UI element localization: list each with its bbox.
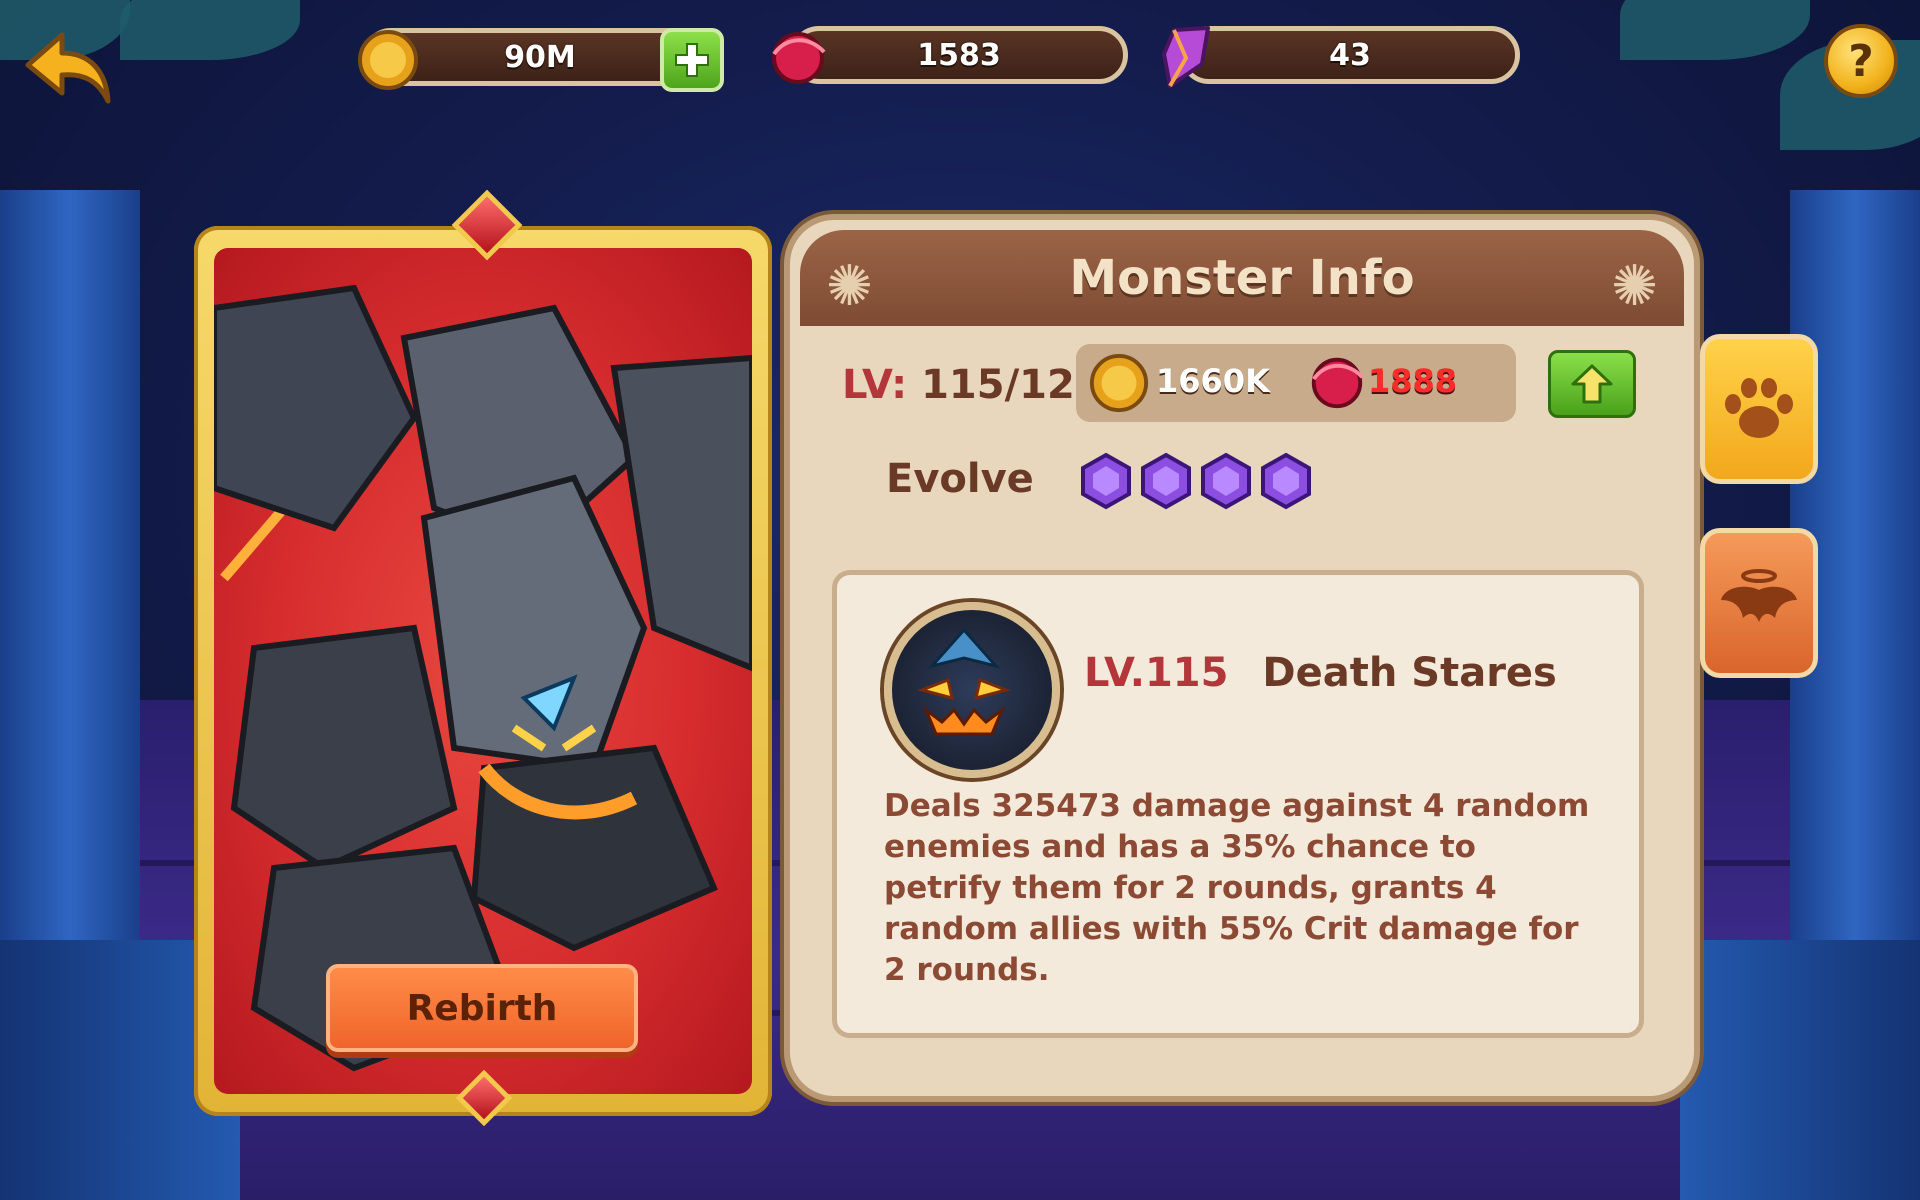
help-button[interactable]: ? [1824, 24, 1898, 98]
right-pillar-base [1680, 940, 1920, 1200]
golem-face-icon [917, 627, 1011, 736]
rebirth-label: Rebirth [406, 987, 558, 1029]
foliage [120, 0, 300, 60]
swirl-ornament-icon: ✺ [826, 254, 873, 319]
gold-amount: 90M [504, 39, 576, 75]
red-orb-icon [1311, 357, 1364, 409]
back-arrow-icon [25, 32, 111, 104]
purple-hex-gem-icon [1261, 452, 1311, 510]
level-display: LV: 115/120 [842, 362, 1103, 408]
foliage [1620, 0, 1810, 60]
skill-name: Death Stares [1262, 650, 1557, 696]
swirl-ornament-icon: ✺ [1611, 254, 1658, 319]
purple-hex-gem-icon [1141, 452, 1191, 510]
panel-title: Monster Info [1069, 250, 1415, 306]
level-up-button[interactable] [1548, 350, 1636, 418]
skill-icon[interactable] [884, 602, 1060, 778]
paw-icon [1725, 378, 1793, 438]
gold-coin-icon [1089, 353, 1149, 413]
tab-evolution[interactable] [1700, 528, 1818, 678]
evolve-label: Evolve [886, 456, 1034, 502]
wings-icon [1721, 569, 1797, 622]
purple-hex-gem-icon [1201, 452, 1251, 510]
crystal-bar: 43 [1180, 26, 1520, 84]
skill-title: LV.115 Death Stares [1084, 650, 1557, 696]
skill-description: Deals 325473 damage against 4 random ene… [884, 788, 1590, 988]
upgrade-orb-cost: 1888 [1368, 362, 1458, 400]
level-key: LV: [842, 362, 908, 408]
panel-header: ✺ Monster Info ✺ [800, 230, 1684, 326]
purple-hex-gem-icon [1081, 452, 1131, 510]
crystal-amount: 43 [1329, 37, 1371, 73]
up-arrow-icon [1571, 364, 1613, 404]
rebirth-button[interactable]: Rebirth [326, 964, 638, 1052]
upgrade-gold-cost: 1660K [1156, 362, 1270, 400]
crystal-shard-icon [1162, 26, 1210, 88]
skill-level: LV.115 [1084, 650, 1229, 696]
tab-monster-info[interactable] [1700, 334, 1818, 484]
back-button[interactable] [18, 22, 118, 112]
orb-bar: 1583 [790, 26, 1128, 84]
plus-icon [675, 43, 709, 77]
evolve-stars [1080, 452, 1312, 510]
orb-amount: 1583 [917, 37, 1001, 73]
help-label: ? [1848, 35, 1874, 87]
gold-coin-icon [358, 30, 418, 90]
red-orb-icon [772, 32, 826, 84]
add-gold-button[interactable] [660, 28, 724, 92]
